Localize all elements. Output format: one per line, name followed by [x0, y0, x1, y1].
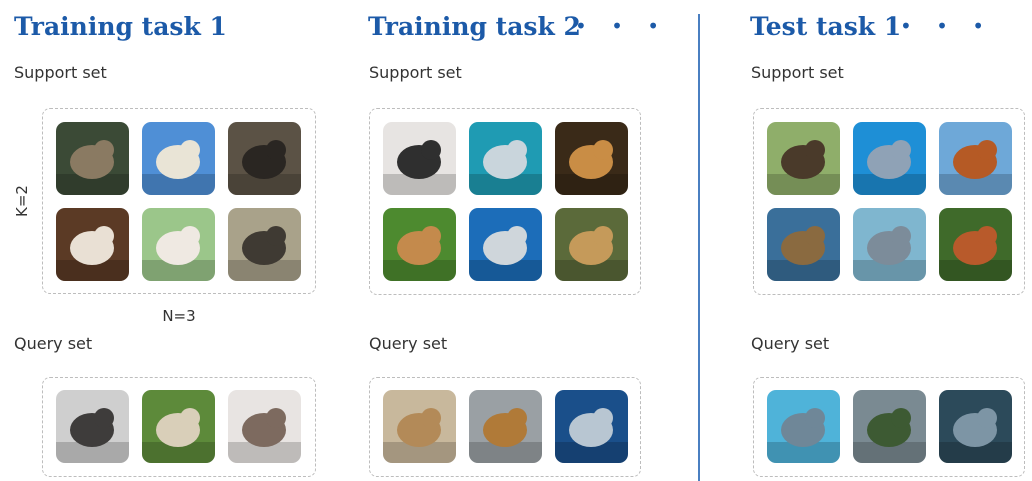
dog-image	[383, 208, 456, 281]
lamb-image	[142, 122, 215, 195]
lion-image	[469, 390, 542, 463]
lion-image	[555, 122, 628, 195]
cat-image	[56, 122, 129, 195]
lion-cub-image	[555, 208, 628, 281]
pig-image	[56, 390, 129, 463]
query-set-label: Query set	[751, 334, 830, 353]
ellipsis-dots: • • •	[575, 14, 669, 38]
dolphin-image	[853, 122, 926, 195]
query-set-label: Query set	[14, 334, 93, 353]
cat-image	[228, 390, 301, 463]
dolphin-image	[767, 390, 840, 463]
duck-image	[767, 208, 840, 281]
lioness-image	[383, 390, 456, 463]
support-set-label: Support set	[369, 63, 462, 82]
task-title: Training task 2	[368, 12, 581, 41]
support-set-label: Support set	[751, 63, 844, 82]
hen-image	[939, 122, 1012, 195]
cat-image	[56, 208, 129, 281]
k-shot-label: K=2	[13, 185, 31, 217]
sheep-image	[142, 390, 215, 463]
hen-image	[939, 208, 1012, 281]
shark-image	[555, 390, 628, 463]
support-set-label: Support set	[14, 63, 107, 82]
shark-image	[469, 208, 542, 281]
column-divider	[698, 14, 700, 481]
lamb-image	[142, 208, 215, 281]
duck-image	[853, 390, 926, 463]
task-title: Test task 1	[750, 12, 902, 41]
ellipsis-dots: • • •	[900, 14, 994, 38]
shark-image	[469, 122, 542, 195]
warthog-image	[228, 208, 301, 281]
query-set-label: Query set	[369, 334, 448, 353]
boar-image	[228, 122, 301, 195]
dolphin-image	[939, 390, 1012, 463]
task-title: Training task 1	[14, 12, 227, 41]
husky-image	[383, 122, 456, 195]
dolphin-image	[853, 208, 926, 281]
duck-image	[767, 122, 840, 195]
n-way-label: N=3	[162, 307, 196, 325]
